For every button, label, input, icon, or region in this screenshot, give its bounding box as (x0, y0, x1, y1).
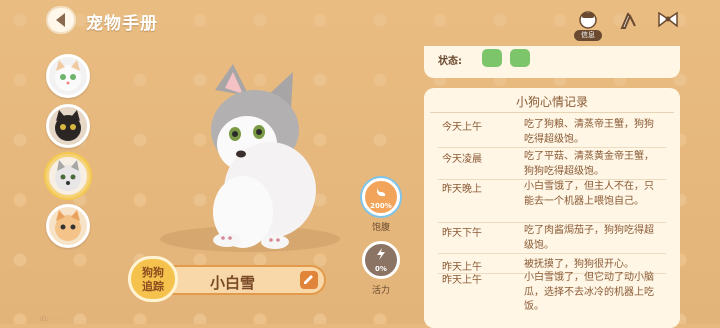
pet-avatar-3-selected[interactable] (46, 154, 90, 198)
stomach-icon (377, 186, 386, 197)
status-happy-icon (482, 49, 502, 67)
tools-icon[interactable] (616, 8, 640, 32)
pet-name-bar: 小白雪 (158, 265, 326, 295)
bow-icon[interactable] (656, 8, 680, 32)
pet-avatar-4[interactable] (46, 204, 90, 248)
cat-white-icon (55, 60, 81, 91)
satiety-value: 200% (370, 202, 392, 210)
pet-avatar-2[interactable] (46, 104, 90, 148)
mood-time: 今天凌晨 (442, 154, 482, 165)
info-icon[interactable] (576, 8, 600, 32)
satiety-stat: 200% (362, 178, 400, 216)
status-card: 状态: (424, 46, 680, 78)
mood-text: 小白雪饿了，但主人不在，只能去一个机器上喂饱自己。 (524, 181, 654, 207)
vitality-stat: 0% (362, 241, 400, 279)
footer-text: ID: · · · · (40, 316, 64, 323)
page-title: 宠物手册 (86, 14, 158, 34)
pencil-icon (304, 275, 313, 284)
status-label: 状态: (438, 56, 462, 67)
mood-text: 吃了平菇、清蒸黄金帝王蟹，狗狗吃得超级饱。 (524, 151, 654, 177)
husky-pet-figure[interactable] (175, 62, 325, 252)
vitality-label: 活力 (371, 286, 390, 296)
divider (438, 147, 666, 148)
satiety-label: 饱腹 (371, 223, 390, 233)
pet-name: 小白雪 (210, 274, 256, 292)
mood-text: 吃了狗粮、清蒸帝王蟹，狗狗吃得超级饱。 (524, 119, 654, 145)
mood-time: 昨天下午 (442, 228, 482, 239)
divider (438, 222, 666, 223)
mood-time: 今天上午 (442, 122, 482, 133)
husky-icon (55, 160, 81, 191)
divider (438, 253, 666, 254)
cat-orange-icon (55, 210, 81, 241)
mood-record-panel: 小狗心情记录 今天上午 吃了狗粮、清蒸帝王蟹，狗狗吃得超级饱。 今天凌晨 吃了平… (424, 88, 680, 328)
tab-info-label: 信息 (574, 30, 602, 41)
dog-track-button[interactable]: 狗狗 追踪 (128, 256, 178, 302)
mood-text: 吃了肉酱焗茄子，狗狗吃得超级饱。 (524, 225, 654, 251)
status-fed-icon (510, 49, 530, 67)
mood-title: 小狗心情记录 (430, 92, 674, 113)
lightning-icon (377, 248, 385, 260)
mood-time: 昨天晚上 (442, 184, 482, 195)
cat-black-icon (55, 110, 81, 141)
back-button[interactable] (46, 6, 76, 34)
mood-time: 昨天上午 (442, 275, 482, 286)
pet-avatar-1[interactable] (46, 54, 90, 98)
track-label-1: 狗狗 (142, 266, 164, 279)
back-arrow-icon (55, 13, 65, 27)
vitality-value: 0% (375, 265, 387, 273)
mood-text: 小白雪饿了，但它动了动小脑瓜，选择不去冰冷的机器上吃饭。 (524, 272, 654, 312)
track-label-2: 追踪 (142, 280, 164, 293)
edit-name-button[interactable] (300, 271, 318, 289)
